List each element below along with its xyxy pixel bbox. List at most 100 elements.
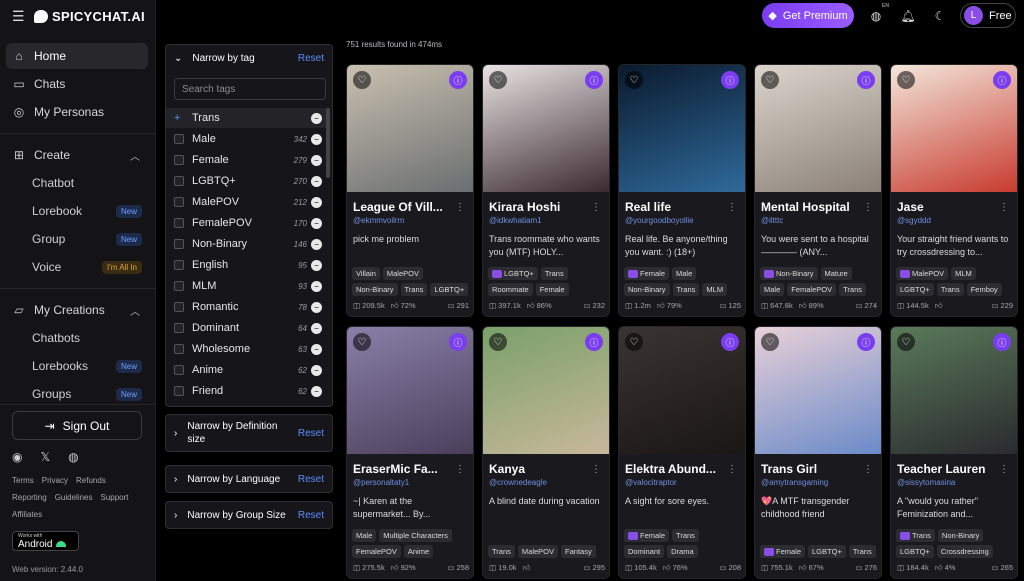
more-options-icon[interactable]: ⋮ <box>455 202 465 213</box>
more-options-icon[interactable]: ⋮ <box>999 464 1009 475</box>
heart-icon[interactable]: ♡ <box>625 71 643 89</box>
info-icon[interactable]: ⓘ <box>993 333 1011 351</box>
tag-filter-row[interactable]: Male 342− <box>166 129 326 149</box>
info-icon[interactable]: ⓘ <box>721 333 739 351</box>
tag-checkbox[interactable] <box>174 218 184 228</box>
card-author[interactable]: @amytransgaming <box>761 478 873 487</box>
tag-checkbox[interactable] <box>174 260 184 270</box>
moon-icon[interactable]: ☾ <box>932 8 948 24</box>
tag-checkbox[interactable] <box>174 281 184 291</box>
tag-checkbox[interactable] <box>174 176 184 186</box>
sign-out-button[interactable]: ⇥ Sign Out <box>12 411 142 440</box>
more-options-icon[interactable]: ⋮ <box>863 202 873 213</box>
android-badge[interactable]: Works with Android <box>12 531 79 551</box>
card-author[interactable]: @iltttc <box>761 216 873 225</box>
card-author[interactable]: @sissytomasina <box>897 478 1009 487</box>
info-icon[interactable]: ⓘ <box>857 333 875 351</box>
heart-icon[interactable]: ♡ <box>761 71 779 89</box>
tag-reset-button[interactable]: Reset <box>298 53 324 64</box>
tag-filter-header[interactable]: ⌄ Narrow by tag Reset <box>166 45 332 71</box>
heart-icon[interactable]: ♡ <box>625 333 643 351</box>
tag-filter-row[interactable]: Female 279− <box>166 150 326 170</box>
character-card[interactable]: ♡ ⓘ Real life ⋮ @yourgoodboyollie Real life. … <box>618 64 746 317</box>
character-card[interactable]: ♡ ⓘ Kanya ⋮ @crownedeagle A blind date during… <box>482 326 610 579</box>
tag-filter-row[interactable]: Anime 62− <box>166 360 326 380</box>
card-author[interactable]: @sgyddd <box>897 216 1009 225</box>
exclude-tag-button[interactable]: − <box>311 133 322 145</box>
character-card[interactable]: ♡ ⓘ EraserMic Fa... ⋮ @personaltaty1 ~| Karen… <box>346 326 474 579</box>
info-icon[interactable]: ⓘ <box>857 71 875 89</box>
tag-filter-row[interactable]: Non-Binary 146− <box>166 234 326 254</box>
definition-size-filter[interactable]: › Narrow by Definition size Reset <box>165 414 333 452</box>
more-options-icon[interactable]: ⋮ <box>727 464 737 475</box>
nav-voice[interactable]: Voice I'm All In <box>32 256 142 278</box>
exclude-tag-button[interactable]: − <box>311 259 322 271</box>
group-size-reset-button[interactable]: Reset <box>298 510 324 521</box>
reporting-link[interactable]: Reporting <box>12 493 47 502</box>
tag-filter-row[interactable]: English 95− <box>166 255 326 275</box>
card-author[interactable]: @valocitraptor <box>625 478 737 487</box>
card-author[interactable]: @personaltaty1 <box>353 478 465 487</box>
exclude-tag-button[interactable]: − <box>311 385 322 397</box>
terms-link[interactable]: Terms <box>12 476 34 485</box>
tag-filter-row[interactable]: MLM 93− <box>166 276 326 296</box>
privacy-link[interactable]: Privacy <box>42 476 68 485</box>
language-filter[interactable]: › Narrow by Language Reset <box>165 465 333 493</box>
heart-icon[interactable]: ♡ <box>353 333 371 351</box>
tag-checkbox[interactable] <box>174 134 184 144</box>
logo[interactable]: ☰ SPICYCHAT.AI <box>12 8 145 24</box>
nav-create[interactable]: ⊞ Create ︿ <box>6 142 148 168</box>
nav-lorebooks[interactable]: Lorebooks New <box>32 355 142 377</box>
heart-icon[interactable]: ♡ <box>353 71 371 89</box>
refunds-link[interactable]: Refunds <box>76 476 106 485</box>
tag-checkbox[interactable] <box>174 323 184 333</box>
tag-checkbox[interactable] <box>174 239 184 249</box>
character-card[interactable]: ♡ ⓘ League Of Vill... ⋮ @ekmmvoilrm pick me p… <box>346 64 474 317</box>
language-reset-button[interactable]: Reset <box>298 474 324 485</box>
nav-groups[interactable]: Groups New <box>32 383 142 405</box>
tag-filter-row[interactable]: LGBTQ+ 270− <box>166 171 326 191</box>
exclude-tag-button[interactable]: − <box>311 301 322 313</box>
heart-icon[interactable]: ♡ <box>761 333 779 351</box>
nav-home[interactable]: ⌂ Home <box>6 43 148 69</box>
exclude-tag-button[interactable]: − <box>311 154 322 166</box>
more-options-icon[interactable]: ⋮ <box>727 202 737 213</box>
info-icon[interactable]: ⓘ <box>449 71 467 89</box>
tag-checkbox[interactable] <box>174 365 184 375</box>
definition-reset-button[interactable]: Reset <box>298 428 324 439</box>
tag-filter-row[interactable]: + Trans − <box>166 108 326 128</box>
tag-checkbox[interactable] <box>174 386 184 396</box>
tag-list-scrollbar[interactable] <box>326 108 330 178</box>
tag-checkbox[interactable] <box>174 197 184 207</box>
tag-filter-row[interactable]: Dominant 64− <box>166 318 326 338</box>
heart-icon[interactable]: ♡ <box>489 71 507 89</box>
nav-my-creations[interactable]: ▱ My Creations ︿ <box>6 297 148 323</box>
heart-icon[interactable]: ♡ <box>489 333 507 351</box>
info-icon[interactable]: ⓘ <box>585 333 603 351</box>
x-icon[interactable]: 𝕏 <box>40 450 50 464</box>
card-author[interactable]: @idkwhatiam1 <box>489 216 601 225</box>
reddit-icon[interactable]: ◍ <box>68 450 78 464</box>
heart-icon[interactable]: ♡ <box>897 71 915 89</box>
tag-filter-row[interactable]: Romantic 78− <box>166 297 326 317</box>
group-size-filter[interactable]: › Narrow by Group Size Reset <box>165 501 333 529</box>
menu-icon[interactable]: ☰ <box>12 8 26 25</box>
tag-checkbox[interactable] <box>174 155 184 165</box>
bell-icon[interactable]: 🔔︎ <box>900 8 916 24</box>
info-icon[interactable]: ⓘ <box>993 71 1011 89</box>
card-author[interactable]: @yourgoodboyollie <box>625 216 737 225</box>
tag-checkbox[interactable] <box>174 344 184 354</box>
exclude-tag-button[interactable]: − <box>311 238 322 250</box>
support-link[interactable]: Support <box>101 493 129 502</box>
discord-icon[interactable]: ◉ <box>12 450 22 464</box>
more-options-icon[interactable]: ⋮ <box>591 464 601 475</box>
character-card[interactable]: ♡ ⓘ Teacher Lauren ⋮ @sissytomasina A "would … <box>890 326 1018 579</box>
nav-chatbots[interactable]: Chatbots <box>32 327 142 349</box>
guidelines-link[interactable]: Guidelines <box>55 493 93 502</box>
exclude-tag-button[interactable]: − <box>311 322 322 334</box>
exclude-tag-button[interactable]: − <box>311 217 322 229</box>
character-card[interactable]: ♡ ⓘ Trans Girl ⋮ @amytransgaming 💖A MTF trans… <box>754 326 882 579</box>
nav-lorebook[interactable]: Lorebook New <box>32 200 142 222</box>
affiliates-link[interactable]: Affiliates <box>12 510 42 519</box>
nav-personas[interactable]: ◎ My Personas <box>6 99 148 125</box>
